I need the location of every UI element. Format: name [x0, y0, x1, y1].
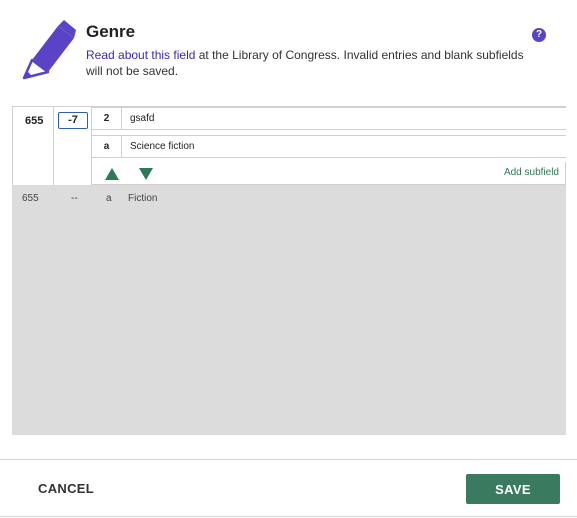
indicator-input[interactable]: -7	[58, 112, 88, 129]
save-button[interactable]: SAVE	[466, 474, 560, 504]
pencil-icon	[22, 20, 76, 80]
bottom-divider	[0, 516, 577, 517]
subfield-value[interactable]: gsafd	[130, 108, 154, 129]
subfield-value[interactable]: Science fiction	[130, 136, 194, 157]
field-tag: 655	[22, 193, 39, 204]
subfield-code: a	[106, 193, 112, 204]
page-title: Genre	[86, 22, 136, 41]
field-tag-cell: 655	[12, 107, 54, 185]
help-icon[interactable]: ?	[532, 28, 546, 42]
subfield-row[interactable]: a Science fiction	[92, 135, 566, 158]
loc-link[interactable]: Read about this field	[86, 48, 195, 62]
cancel-button[interactable]: CANCEL	[38, 481, 94, 496]
footer-divider	[0, 459, 577, 460]
subfield-code[interactable]: 2	[92, 108, 122, 129]
subfield-code[interactable]: a	[92, 136, 122, 157]
subfield-controls: Add subfield	[92, 162, 566, 185]
indicator-cell: -7	[54, 107, 92, 185]
field-header: Genre Read about this field at the Libra…	[0, 0, 577, 100]
arrow-down-icon[interactable]	[139, 168, 153, 180]
add-subfield-button[interactable]: Add subfield	[504, 167, 559, 178]
active-field-row: 655 -7 2 gsafd a Science fiction Add sub…	[12, 107, 566, 185]
arrow-up-icon[interactable]	[105, 168, 119, 180]
inactive-field-row[interactable]: 655 -- a Fiction	[12, 185, 566, 435]
field-tag: 655	[25, 115, 44, 127]
field-description: Read about this field at the Library of …	[86, 47, 526, 79]
subfield-value: Fiction	[128, 193, 158, 204]
subfield-row[interactable]: 2 gsafd	[92, 107, 566, 130]
field-indicator: --	[71, 193, 78, 204]
marc-field-editor: 655 -7 2 gsafd a Science fiction Add sub…	[12, 106, 566, 443]
